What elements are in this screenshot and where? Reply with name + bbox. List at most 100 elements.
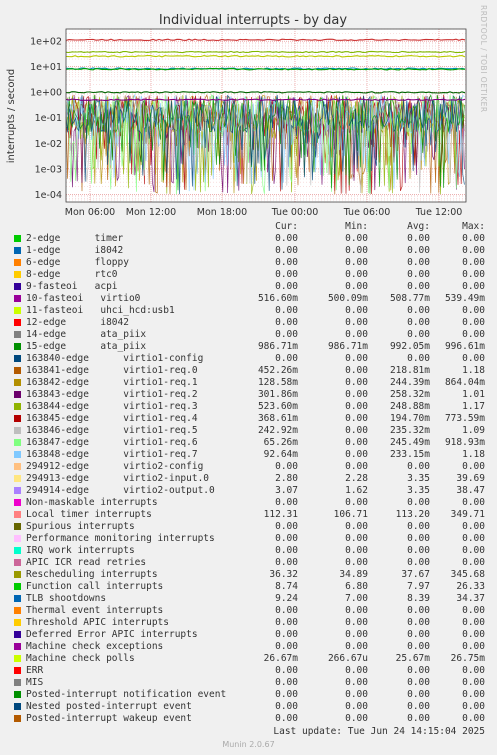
legend-max: 0.00 <box>462 497 485 508</box>
legend-min: 0.00 <box>345 605 368 616</box>
legend-max: 1.01 <box>462 389 485 400</box>
legend-min: 0.00 <box>345 689 368 700</box>
y-tick-label: 1e-04 <box>35 190 62 201</box>
legend-min: 1.62 <box>345 485 368 496</box>
legend-row: ERR 0.00 0.00 0.00 0.00 <box>12 665 485 677</box>
legend-swatch <box>14 295 21 302</box>
legend-label: 1-edge i8042 <box>26 245 124 256</box>
legend-cur: 36.32 <box>269 569 298 580</box>
legend-cur: 368.61m <box>257 413 298 424</box>
header-max: Max: <box>462 221 485 232</box>
legend-cur: 128.58m <box>257 377 298 388</box>
y-axis-ticks: 1e+02 1e+01 1e+00 1e-01 1e-02 1e-03 1e-04 <box>30 37 62 201</box>
legend-cur: 0.00 <box>275 689 298 700</box>
legend-min: 0.00 <box>345 617 368 628</box>
legend-label: Machine check polls <box>26 653 135 664</box>
legend-avg: 194.70m <box>389 413 430 424</box>
legend-min: 500.09m <box>327 293 368 304</box>
legend-avg: 0.00 <box>407 245 430 256</box>
legend-max: 1.18 <box>462 365 485 376</box>
legend-row: MIS 0.00 0.00 0.00 0.00 <box>12 677 485 689</box>
legend-avg: 244.39m <box>389 377 430 388</box>
legend-swatch <box>14 283 21 290</box>
y-tick-label: 1e+02 <box>30 37 62 48</box>
legend-label: Threshold APIC interrupts <box>26 617 169 628</box>
legend-avg: 0.00 <box>407 233 430 244</box>
legend-avg: 0.00 <box>407 629 430 640</box>
legend-min: 0.00 <box>345 353 368 364</box>
legend-swatch <box>14 427 21 434</box>
legend-max: 0.00 <box>462 461 485 472</box>
legend-swatch <box>14 247 21 254</box>
legend-row: 11-fasteoi uhci_hcd:usb1 0.00 0.00 0.00 0.00 <box>12 305 485 317</box>
legend-cur: 0.00 <box>275 545 298 556</box>
legend-min: 0.00 <box>345 233 368 244</box>
legend-label: 15-edge ata_piix <box>26 341 147 352</box>
legend-row: IRQ work interrupts 0.00 0.00 0.00 0.00 <box>12 545 485 557</box>
legend-label: 163843-edge virtio1-req.2 <box>26 389 198 400</box>
legend-table: Cur: Min: Avg: Max: 2-edge timer 0.00 0.00… <box>12 221 485 725</box>
legend-max: 0.00 <box>462 257 485 268</box>
legend-label: 8-edge rtc0 <box>26 269 118 280</box>
legend-row: Local timer interrupts 112.31 106.71 113.20… <box>12 509 485 521</box>
legend-avg: 0.00 <box>407 317 430 328</box>
legend-label: Spurious interrupts <box>26 521 135 532</box>
legend-cur: 0.00 <box>275 641 298 652</box>
legend-rows: 2-edge timer 0.00 0.00 0.00 0.00 1-edge i8042… <box>12 233 485 725</box>
legend-max: 864.04m <box>444 377 485 388</box>
legend-min: 0.00 <box>345 389 368 400</box>
legend-label: 294912-edge virtio2-config <box>26 461 204 472</box>
legend-label: Performance monitoring interrupts <box>26 533 215 544</box>
legend-label: 10-fasteoi virtio0 <box>26 293 141 304</box>
legend-label: 163848-edge virtio1-req.7 <box>26 449 198 460</box>
legend-avg: 0.00 <box>407 521 430 532</box>
legend-min: 0.00 <box>345 449 368 460</box>
legend-row: 163841-edge virtio1-req.0 452.26m 0.00 218.… <box>12 365 485 377</box>
header-min: Min: <box>345 221 368 232</box>
legend-cur: 3.07 <box>275 485 298 496</box>
legend-avg: 0.00 <box>407 641 430 652</box>
interrupts-chart: Individual interrupts - by day interrupt… <box>6 13 467 218</box>
legend-max: 0.00 <box>462 533 485 544</box>
legend-cur: 26.67m <box>263 653 298 664</box>
legend-swatch <box>14 487 21 494</box>
legend-avg: 37.67 <box>401 569 430 580</box>
legend-cur: 516.60m <box>257 293 298 304</box>
legend-avg: 0.00 <box>407 257 430 268</box>
legend-min: 0.00 <box>345 641 368 652</box>
legend-swatch <box>14 535 21 542</box>
legend-min: 986.71m <box>327 341 368 352</box>
legend-avg: 245.49m <box>389 437 430 448</box>
legend-cur: 986.71m <box>257 341 298 352</box>
legend-min: 0.00 <box>345 281 368 292</box>
legend-cur: 0.00 <box>275 701 298 712</box>
legend-row: APIC ICR read retries 0.00 0.00 0.00 0.00 <box>12 557 485 569</box>
legend-swatch <box>14 235 21 242</box>
legend-min: 0.00 <box>345 521 368 532</box>
x-tick-label: Mon 06:00 <box>65 207 115 218</box>
legend-label: Nested posted-interrupt event <box>26 701 192 712</box>
legend-max: 1.18 <box>462 449 485 460</box>
legend-cur: 0.00 <box>275 461 298 472</box>
legend-cur: 0.00 <box>275 281 298 292</box>
legend-cur: 0.00 <box>275 497 298 508</box>
legend-row: 2-edge timer 0.00 0.00 0.00 0.00 <box>12 233 485 245</box>
legend-swatch <box>14 379 21 386</box>
legend-label: 163847-edge virtio1-req.6 <box>26 437 198 448</box>
legend-avg: 3.35 <box>407 485 430 496</box>
legend-max: 0.00 <box>462 641 485 652</box>
legend-row: Performance monitoring interrupts 0.00 0.0… <box>12 533 485 545</box>
legend-max: 34.37 <box>456 593 485 604</box>
legend-avg: 218.81m <box>389 365 430 376</box>
legend-label: 163845-edge virtio1-req.4 <box>26 413 198 424</box>
legend-avg: 0.00 <box>407 605 430 616</box>
legend-avg: 233.15m <box>389 449 430 460</box>
legend-avg: 113.20 <box>395 509 430 520</box>
last-update: Last update: Tue Jun 24 14:15:04 2025 <box>273 726 485 737</box>
legend-row: 163846-edge virtio1-req.5 242.92m 0.00 235.… <box>12 425 485 437</box>
legend-row: 163842-edge virtio1-req.1 128.58m 0.00 244.… <box>12 377 485 389</box>
legend-swatch <box>14 307 21 314</box>
legend-row: Non-maskable interrupts 0.00 0.00 0.00 0.00 <box>12 497 485 509</box>
legend-row: 8-edge rtc0 0.00 0.00 0.00 0.00 <box>12 269 485 281</box>
legend-avg: 0.00 <box>407 713 430 724</box>
